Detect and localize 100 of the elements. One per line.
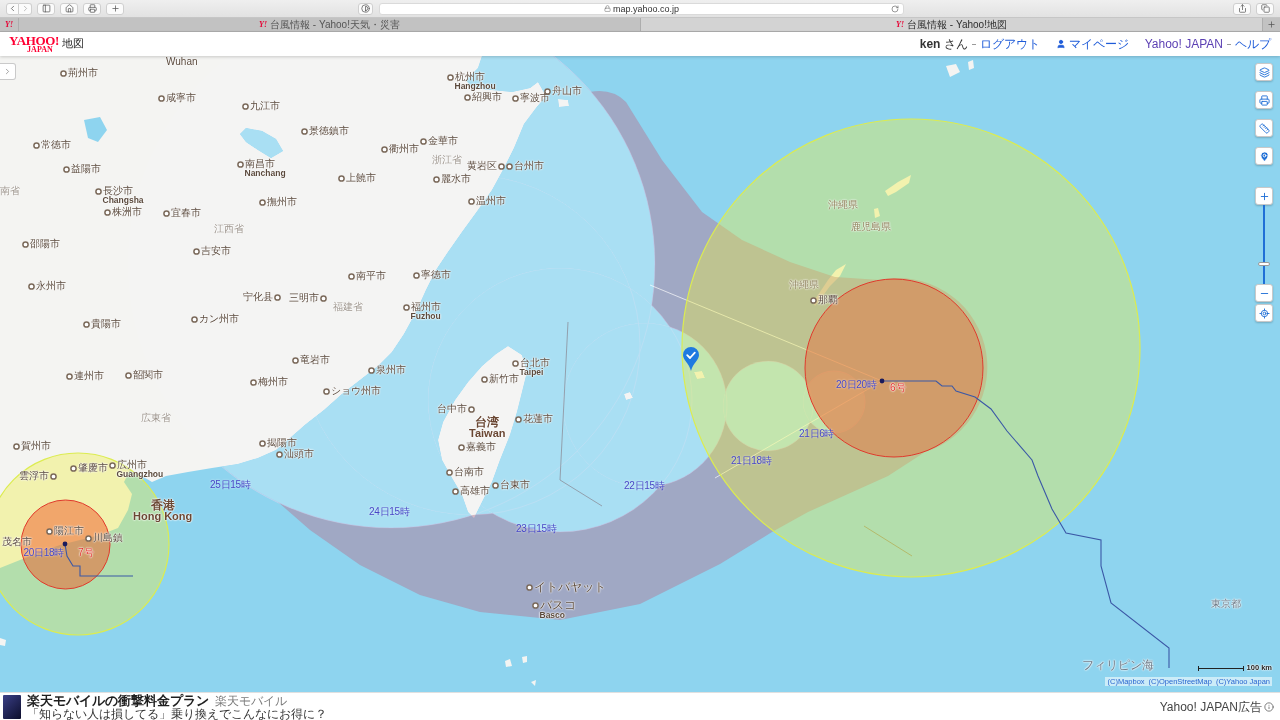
city-marker-icon <box>514 415 522 423</box>
city-name: カン州市 <box>198 314 239 324</box>
reload-icon[interactable] <box>891 4 899 13</box>
city-name: ショウ州市 <box>330 386 381 396</box>
panel-toggle-button[interactable] <box>0 63 16 80</box>
city-marker-icon <box>347 272 355 280</box>
printer-icon <box>87 4 97 13</box>
city-name: 株洲市 <box>111 207 142 217</box>
province-label: 福建省 <box>333 302 363 312</box>
city-marker-icon <box>258 439 266 447</box>
city-name: 那覇 <box>817 295 838 305</box>
city-name: 南平市 <box>355 271 386 281</box>
province-label: 浙江省 <box>432 155 462 165</box>
ruler-button[interactable] <box>1255 119 1273 137</box>
boundary-line <box>863 525 913 557</box>
city-marker-icon <box>27 282 35 290</box>
city-name: 衢州市 <box>388 144 419 154</box>
zoom-out-button[interactable] <box>1255 284 1273 302</box>
city-marker-icon <box>32 141 40 149</box>
forward-button[interactable] <box>19 2 32 15</box>
city-name: 益陽市 <box>70 164 101 174</box>
city-marker-icon <box>531 601 539 609</box>
zoom-in-button[interactable] <box>1255 187 1273 205</box>
header-link[interactable]: ログアウト <box>979 37 1040 51</box>
city-name: 紹興市 <box>471 92 502 102</box>
city-name: 梅州市 <box>257 377 288 387</box>
browser-tab[interactable]: Y! 台風情報 - Yahoo!地図 <box>640 18 1262 31</box>
city-name: 台北市 <box>519 358 550 368</box>
sidebar-icon <box>41 4 51 13</box>
typhoon-number-label: 6号 <box>890 383 906 393</box>
city-name-en: Fuzhou <box>410 312 441 321</box>
favicon: Y! <box>896 20 905 29</box>
city-name: バスコ <box>539 599 576 611</box>
city-marker-icon <box>157 94 165 102</box>
city-name: 台中市 <box>436 404 467 414</box>
city-name: 常徳市 <box>40 140 71 150</box>
city-marker-icon <box>236 160 244 168</box>
city-name: 永州市 <box>35 281 66 291</box>
share-icon <box>1237 4 1247 13</box>
map-pin-icon <box>1258 150 1270 162</box>
city-marker-icon <box>463 93 471 101</box>
city-marker-icon <box>457 443 465 451</box>
city-name: 韶関市 <box>132 370 163 380</box>
favicon: Y! <box>259 20 268 29</box>
url-text: map.yahoo.co.jp <box>612 3 679 14</box>
locate-button[interactable] <box>1255 304 1273 322</box>
info-icon[interactable] <box>1264 701 1274 712</box>
city-marker-icon <box>82 320 90 328</box>
city-name: 宁化县 <box>242 292 273 302</box>
pin-button[interactable] <box>1255 147 1273 165</box>
back-button[interactable] <box>6 2 19 15</box>
layers-button[interactable] <box>1255 63 1273 81</box>
region-name: 台湾 <box>475 416 500 428</box>
city-name: 金華市 <box>427 136 458 146</box>
city-marker-icon <box>511 94 519 102</box>
mypage-link[interactable]: マイページ <box>1055 37 1129 51</box>
city-marker-icon <box>337 174 345 182</box>
city-name: 吉安市 <box>200 246 231 256</box>
city-marker-icon <box>65 372 73 380</box>
city-name: 竜岩市 <box>299 355 330 365</box>
ad-title[interactable]: 楽天モバイルの衝撃料金プラン <box>27 693 209 708</box>
print-button[interactable] <box>1255 91 1273 109</box>
typhoon-center-icon <box>879 378 885 384</box>
city-marker-icon <box>190 315 198 323</box>
forecast-time-label: 23日15時 <box>516 524 557 534</box>
share-button[interactable] <box>1233 2 1251 15</box>
city-name: 揭陽市 <box>266 438 297 448</box>
logo-subtitle: JAPAN <box>27 45 53 54</box>
address-field[interactable]: map.yahoo.co.jp <box>379 2 904 15</box>
island-shape <box>874 208 880 218</box>
city-marker-icon <box>451 487 459 495</box>
city-name: 福州市 <box>410 302 441 312</box>
city-name: 陽江市 <box>53 526 84 536</box>
layers-icon <box>1258 66 1270 78</box>
city-marker-icon <box>258 198 266 206</box>
tabs-button[interactable] <box>1256 2 1274 15</box>
city-name: 新竹市 <box>488 374 519 384</box>
ad-description: 「知らない人は損してる」乗り換えでこんなにお得に？ <box>27 707 327 720</box>
city-name: 広州市 <box>116 460 147 470</box>
region-name-en: Hong Kong <box>133 511 193 522</box>
city-marker-icon <box>445 468 453 476</box>
city-name: 咸寧市 <box>165 93 196 103</box>
forecast-time-label: 24日15時 <box>369 507 410 517</box>
logo-wordmark[interactable]: YAHOO! <box>9 34 59 46</box>
city-name: 雲浮市 <box>18 471 49 481</box>
forecast-time-label: 21日18時 <box>731 456 772 466</box>
header-link[interactable]: ヘルプ <box>1235 37 1271 51</box>
print-button[interactable] <box>83 2 101 15</box>
ad-image-placeholder <box>3 694 21 719</box>
city-marker-icon <box>467 197 475 205</box>
city-name: 杭州市 <box>454 72 485 82</box>
privacy-button[interactable] <box>358 2 373 15</box>
check-pin-icon[interactable] <box>682 346 700 372</box>
chevron-right-icon <box>3 67 12 76</box>
header-link[interactable]: Yahoo! JAPAN <box>1144 37 1223 51</box>
add-button[interactable] <box>106 2 124 15</box>
home-button[interactable] <box>60 2 78 15</box>
island-shape <box>885 175 911 196</box>
sidebar-button[interactable] <box>37 2 55 15</box>
slider-thumb[interactable] <box>1258 262 1270 266</box>
